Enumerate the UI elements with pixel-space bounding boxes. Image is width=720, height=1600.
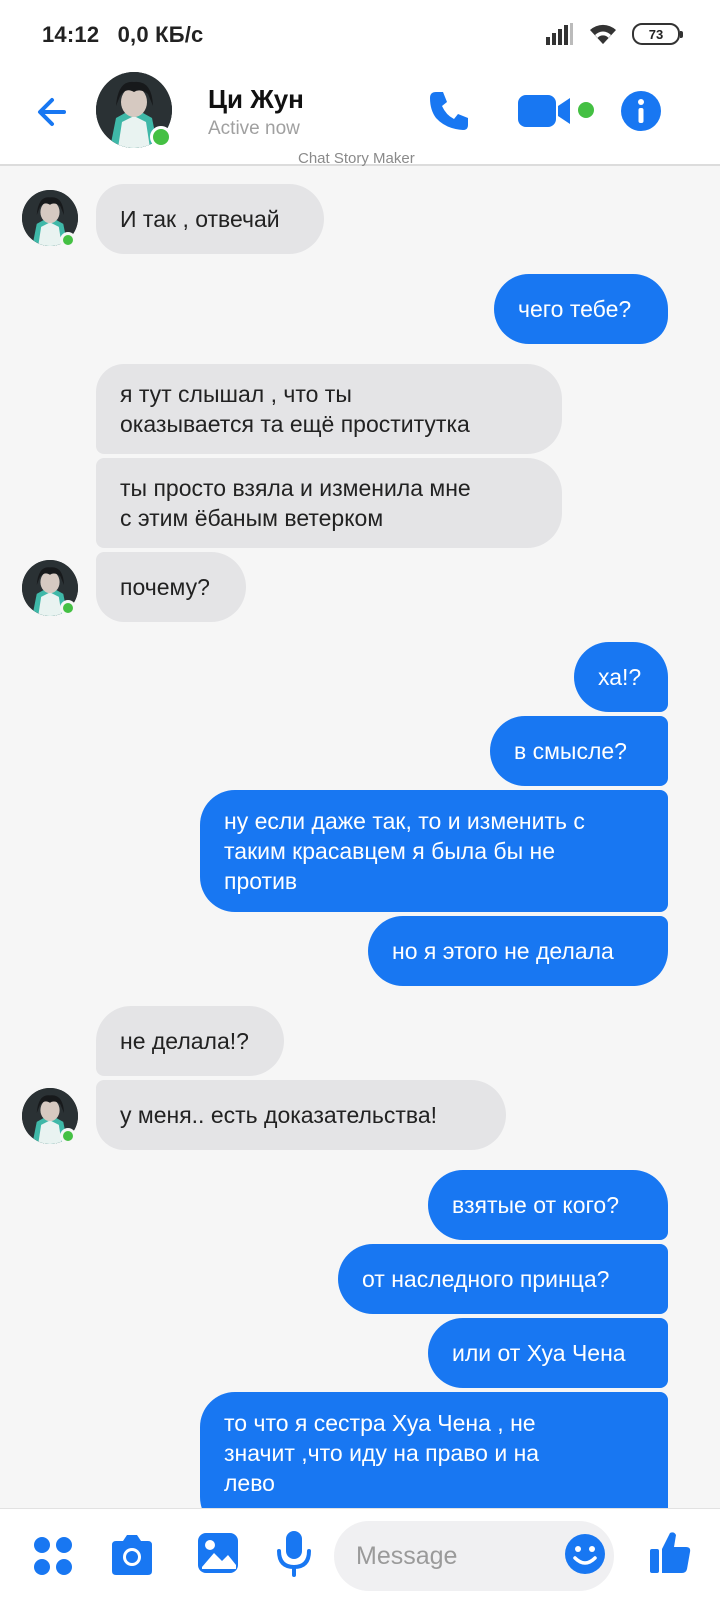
message-text: у меня.. есть доказательства! (120, 1102, 438, 1128)
contact-name[interactable]: Ци Жун (208, 84, 304, 115)
video-camera-icon[interactable] (518, 92, 574, 130)
chat-header: Ци Жун Active now Chat Story Maker (0, 70, 720, 167)
emoji-icon[interactable] (564, 1533, 606, 1575)
message-text: почему? (120, 574, 210, 600)
message-text: взятые от кого? (452, 1192, 619, 1218)
message-text: ну если даже так, то и изменить с таким … (224, 808, 585, 894)
gallery-icon[interactable] (196, 1531, 240, 1575)
message-text: от наследного принца? (362, 1266, 610, 1292)
video-online-dot (578, 102, 594, 118)
online-indicator (60, 1128, 76, 1144)
message-bubble-incoming[interactable]: не делала!? (96, 1006, 284, 1076)
info-icon[interactable] (620, 90, 662, 132)
message-bubble-outgoing[interactable]: чего тебе? (494, 274, 668, 344)
thumbs-up-icon[interactable] (648, 1529, 692, 1575)
status-bar: 14:12 0,0 КБ/с 73 (0, 0, 720, 70)
message-text: И так , отвечай (120, 206, 280, 232)
message-bubble-outgoing[interactable]: или от Хуа Чена (428, 1318, 668, 1388)
network-speed: 0,0 КБ/с (117, 22, 204, 47)
phone-icon[interactable] (426, 88, 472, 134)
online-indicator (150, 126, 172, 148)
contact-status: Active now (208, 118, 300, 139)
status-left: 14:12 0,0 КБ/с (42, 22, 215, 48)
clock: 14:12 (42, 22, 100, 47)
message-placeholder: Message (356, 1541, 458, 1570)
message-bubble-outgoing[interactable]: ну если даже так, то и изменить с таким … (200, 790, 668, 912)
online-indicator (60, 232, 76, 248)
message-bubble-outgoing[interactable]: но я этого не делала (368, 916, 668, 986)
message-list[interactable]: И так , отвечай чего тебе? я тут слышал … (0, 168, 720, 1508)
camera-icon[interactable] (108, 1533, 156, 1577)
message-bubble-incoming[interactable]: почему? (96, 552, 246, 622)
battery-icon: 73 (632, 23, 683, 45)
message-bubble-incoming[interactable]: у меня.. есть доказательства! (96, 1080, 506, 1150)
message-text: ты просто взяла и изменила мне с этим ёб… (120, 475, 471, 531)
message-bubble-outgoing[interactable]: то что я сестра Хуа Чена , не значит ,чт… (200, 1392, 668, 1508)
message-bubble-incoming[interactable]: И так , отвечай (96, 184, 324, 254)
signal-icon (546, 23, 573, 45)
message-bubble-outgoing[interactable]: взятые от кого? (428, 1170, 668, 1240)
composer-bar: Message (0, 1508, 720, 1600)
online-indicator (60, 600, 76, 616)
message-text: в смысле? (514, 738, 627, 764)
message-bubble-outgoing[interactable]: от наследного принца? (338, 1244, 668, 1314)
message-bubble-outgoing[interactable]: в смысле? (490, 716, 668, 786)
watermark: Chat Story Maker (298, 150, 415, 167)
message-bubble-outgoing[interactable]: ха!? (574, 642, 668, 712)
message-text: я тут слышал , что ты оказывается та ещё… (120, 381, 470, 437)
apps-icon[interactable] (32, 1535, 74, 1577)
message-text: но я этого не делала (392, 938, 614, 964)
message-text: чего тебе? (518, 296, 632, 322)
message-text: или от Хуа Чена (452, 1340, 626, 1366)
message-text: не делала!? (120, 1028, 249, 1054)
message-text: то что я сестра Хуа Чена , не значит ,чт… (224, 1410, 540, 1496)
message-bubble-incoming[interactable]: я тут слышал , что ты оказывается та ещё… (96, 364, 562, 454)
battery-level: 73 (648, 26, 664, 42)
microphone-icon[interactable] (274, 1529, 314, 1579)
message-text: ха!? (598, 664, 642, 690)
status-right: 73 (546, 22, 683, 46)
back-arrow-icon[interactable] (30, 92, 70, 132)
message-bubble-incoming[interactable]: ты просто взяла и изменила мне с этим ёб… (96, 458, 562, 548)
wifi-icon (590, 24, 616, 44)
